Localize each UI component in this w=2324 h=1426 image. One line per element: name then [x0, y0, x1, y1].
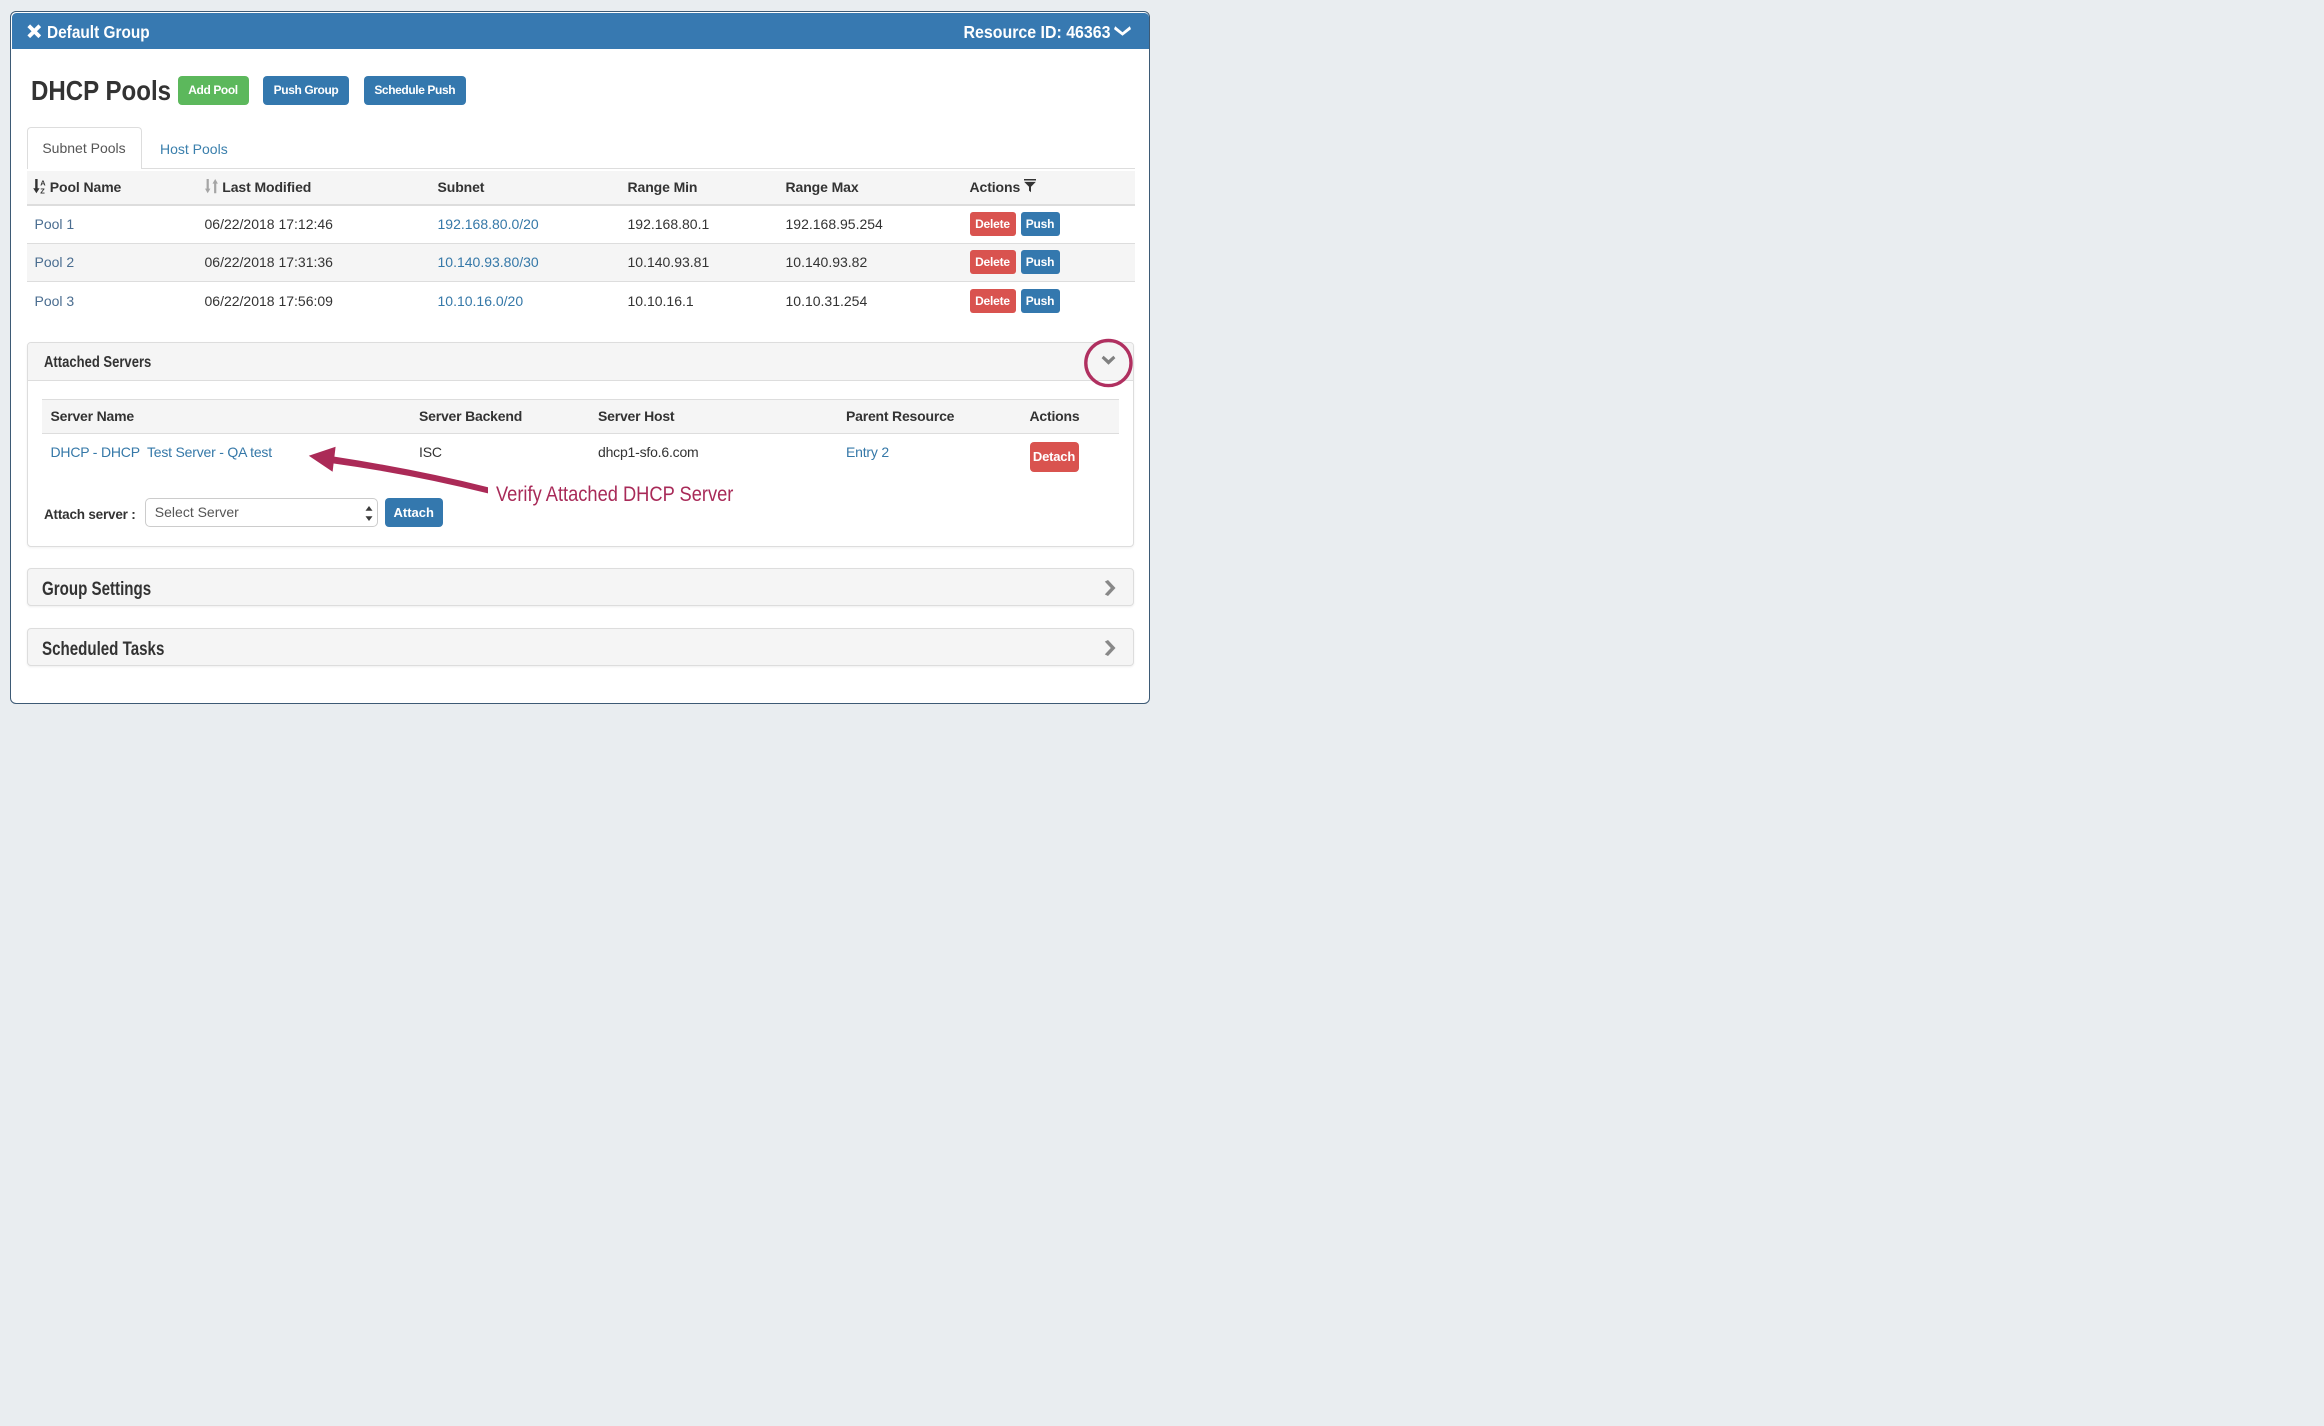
svg-text:Z: Z — [40, 187, 45, 194]
